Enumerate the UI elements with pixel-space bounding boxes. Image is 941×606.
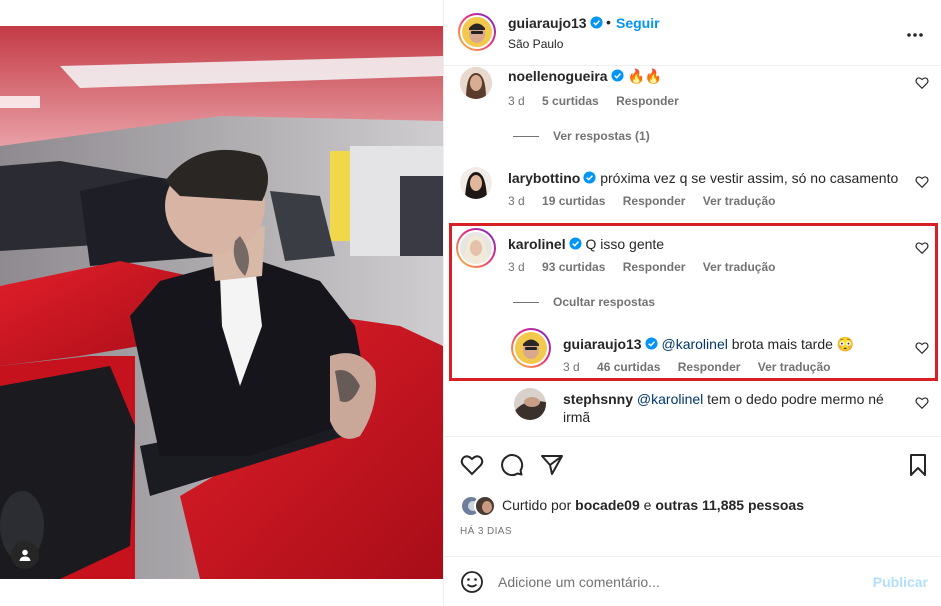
post-media-area	[0, 0, 443, 606]
publish-button[interactable]: Publicar	[873, 574, 928, 590]
emoji-icon[interactable]	[460, 570, 484, 594]
likes-connector: e	[643, 497, 652, 513]
reply-username[interactable]: stephsnny @karolinel tem o dedo podre me…	[563, 390, 893, 426]
comment-username[interactable]: larybottino próxima vez q se vestir assi…	[508, 170, 898, 186]
post-header: guiaraujo13 • Seguir São Paulo	[444, 0, 941, 66]
instagram-post-window: guiaraujo13 • Seguir São Paulo noellenog…	[0, 0, 941, 606]
user-tag-icon[interactable]	[11, 541, 39, 569]
header-separator: •	[606, 14, 611, 30]
verified-icon	[590, 16, 603, 29]
verified-icon	[611, 69, 624, 82]
reply-like-heart-icon[interactable]	[915, 396, 929, 410]
comment-age[interactable]: 3 d	[508, 94, 525, 108]
comment-like-heart-icon[interactable]	[915, 76, 929, 90]
comment-text: próxima vez q se vestir assim, só no cas…	[600, 170, 899, 186]
likes-summary: Curtido por bocade09 e outras 11,885 pes…	[460, 492, 930, 517]
reply-avatar[interactable]	[514, 388, 546, 420]
more-options-icon[interactable]	[906, 22, 924, 43]
reply-button[interactable]: Responder	[616, 94, 679, 108]
reply-text: tem o dedo podre mermo né	[707, 391, 884, 407]
save-icon[interactable]	[906, 453, 930, 477]
post-side-panel: guiaraujo13 • Seguir São Paulo noellenog…	[443, 0, 941, 606]
liker-username[interactable]: bocade09	[575, 497, 640, 513]
comment-username[interactable]: noellenogueira 🔥🔥	[508, 68, 662, 85]
highlight-annotation-box	[449, 223, 938, 381]
comment-likes-count[interactable]: 19 curtidas	[542, 194, 605, 208]
comment-input[interactable]	[498, 571, 858, 593]
likes-count-link[interactable]: outras 11,885 pessoas	[655, 497, 804, 513]
liker-avatar[interactable]	[474, 495, 496, 517]
follow-button[interactable]: Seguir	[616, 15, 660, 31]
reply-button[interactable]: Responder	[623, 194, 686, 208]
comment-like-heart-icon[interactable]	[915, 175, 929, 189]
comment-avatar[interactable]	[460, 167, 492, 199]
post-location[interactable]: São Paulo	[508, 37, 563, 51]
share-icon[interactable]	[540, 453, 564, 477]
reply-mention-link[interactable]: @karolinel	[637, 391, 703, 407]
author-avatar[interactable]	[458, 13, 496, 51]
like-heart-icon[interactable]	[460, 453, 484, 477]
comment-age[interactable]: 3 d	[508, 194, 525, 208]
translate-button[interactable]: Ver tradução	[703, 194, 776, 208]
view-replies-button[interactable]: Ver respostas (1)	[513, 129, 650, 143]
likes-prefix: Curtido por	[502, 497, 572, 513]
comment-avatar[interactable]	[460, 67, 492, 99]
likes-text: Curtido por bocade09 e outras 11,885 pes…	[502, 497, 804, 513]
post-photo[interactable]	[0, 26, 443, 579]
comment-text: 🔥🔥	[627, 68, 663, 84]
reply-text-continued: irmã	[563, 409, 591, 425]
post-timestamp[interactable]: HÁ 3 DIAS	[460, 526, 512, 537]
comment-meta: 3 d 5 curtidas Responder	[508, 94, 693, 108]
comment-likes-count[interactable]: 5 curtidas	[542, 94, 599, 108]
verified-icon	[583, 171, 596, 184]
add-comment-bar: Publicar	[444, 556, 941, 606]
author-username[interactable]: guiaraujo13	[508, 15, 603, 31]
comment-meta: 3 d 19 curtidas Responder Ver tradução	[508, 194, 789, 208]
comment-icon[interactable]	[500, 453, 524, 477]
